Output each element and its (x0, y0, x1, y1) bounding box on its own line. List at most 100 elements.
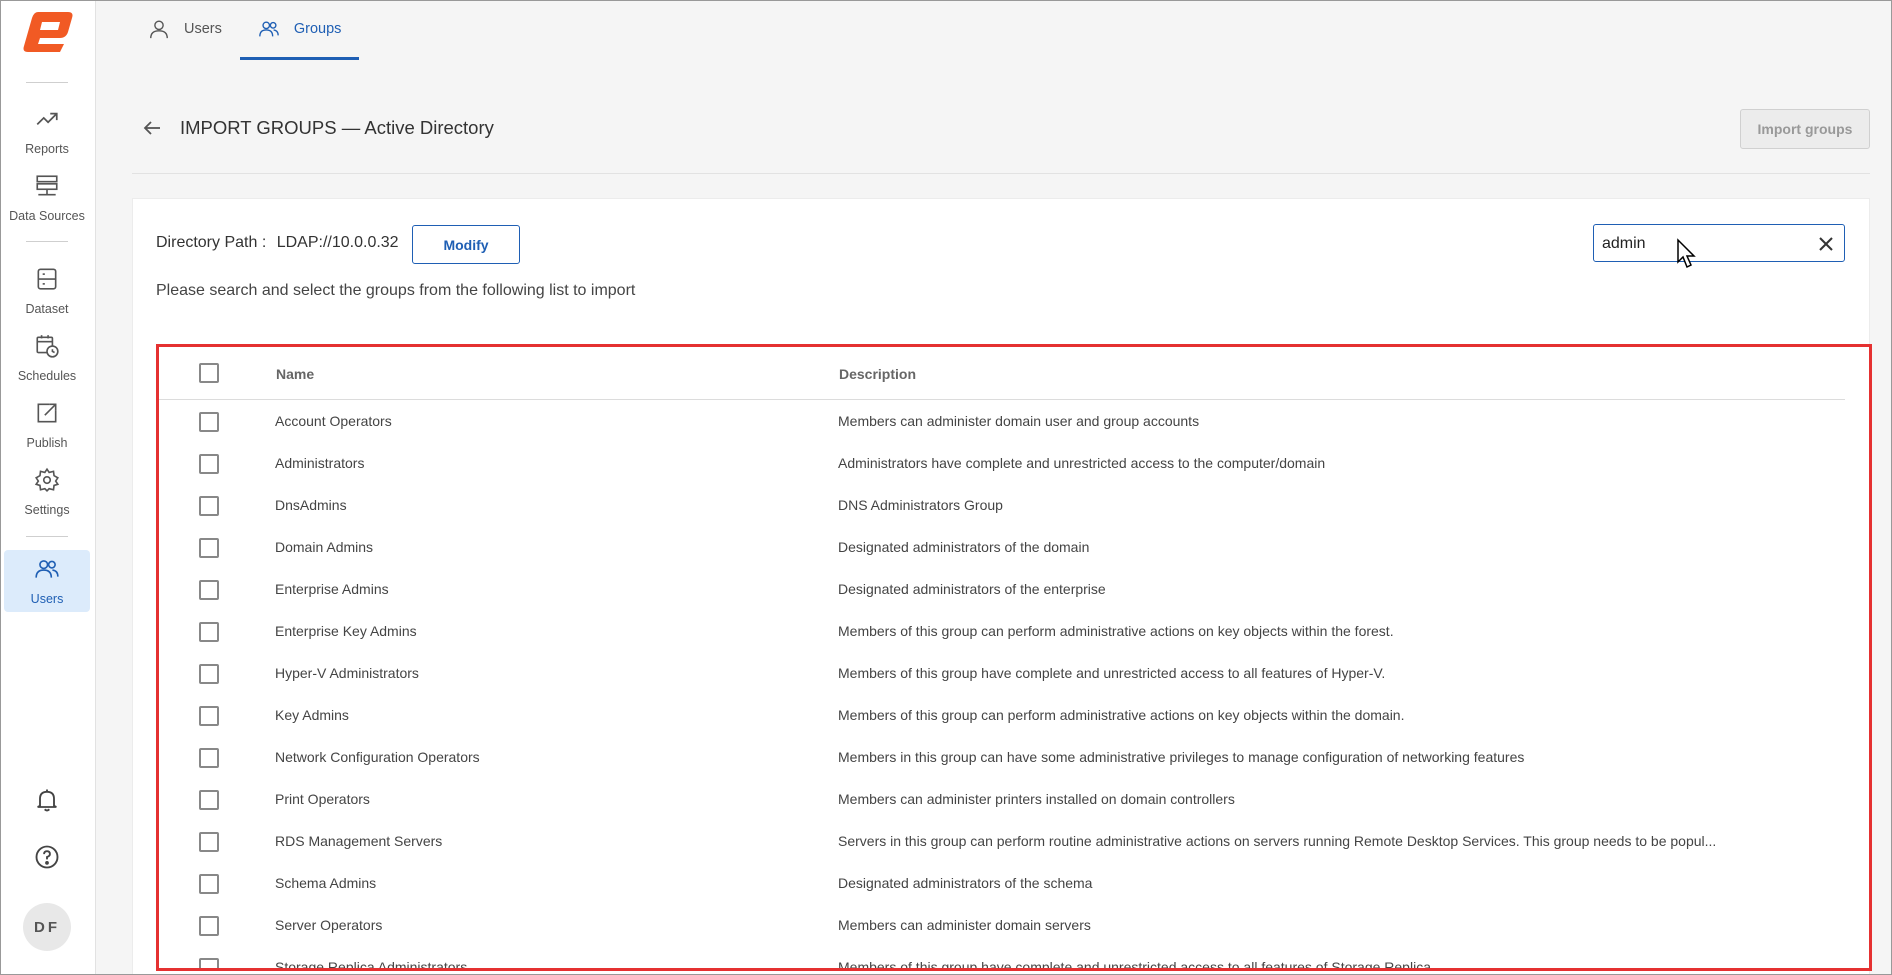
sidebar-item-publish[interactable]: Publish (4, 394, 90, 456)
group-name: Key Admins (275, 707, 349, 723)
table-row[interactable]: Key Admins Members of this group can perf… (159, 695, 1845, 737)
group-description: DNS Administrators Group (838, 497, 1003, 513)
row-checkbox[interactable] (199, 454, 219, 474)
app-logo-icon[interactable] (18, 10, 76, 54)
groups-table: Name Description Account Operators Member… (156, 344, 1872, 971)
tab-groups[interactable]: Groups (239, 0, 360, 60)
table-row[interactable]: Hyper-V Administrators Members of this gr… (159, 653, 1845, 695)
row-checkbox[interactable] (199, 580, 219, 600)
row-checkbox[interactable] (199, 412, 219, 432)
group-name: Enterprise Key Admins (275, 623, 417, 639)
tab-label: Groups (293, 20, 342, 37)
group-description: Members of this group can perform admini… (838, 623, 1394, 639)
close-icon[interactable] (1816, 234, 1836, 254)
avatar[interactable]: DF (23, 903, 71, 951)
group-description: Members in this group can have some admi… (838, 749, 1525, 765)
sidebar: Reports Data Sources Dataset Schedules P… (0, 0, 96, 975)
row-checkbox[interactable] (199, 664, 219, 684)
table-row[interactable]: Domain Admins Designated administrators o… (159, 527, 1845, 569)
page-title: IMPORT GROUPS — Active Directory (180, 117, 494, 138)
row-checkbox[interactable] (199, 790, 219, 810)
header-divider (132, 173, 1870, 174)
sidebar-item-users[interactable]: Users (4, 550, 90, 612)
row-checkbox[interactable] (199, 496, 219, 516)
group-icon (259, 20, 279, 36)
row-checkbox[interactable] (199, 538, 219, 558)
sidebar-divider (26, 241, 68, 242)
column-header-description: Description (839, 366, 917, 382)
sidebar-item-label: Reports (25, 142, 69, 156)
sidebar-item-schedules[interactable]: Schedules (4, 327, 90, 389)
search-field[interactable] (1593, 224, 1845, 262)
sidebar-item-reports[interactable]: Reports (4, 100, 90, 162)
back-arrow-icon[interactable] (140, 116, 164, 140)
group-description: Members can administer printers installe… (838, 791, 1235, 807)
import-groups-button[interactable]: Import groups (1740, 109, 1870, 149)
group-name: DnsAdmins (275, 497, 347, 513)
group-description: Designated administrators of the enterpr… (838, 581, 1106, 597)
group-name: Administrators (275, 455, 365, 471)
group-description: Designated administrators of the domain (838, 539, 1090, 555)
help-icon[interactable] (33, 843, 61, 871)
bell-icon[interactable] (33, 786, 61, 814)
table-row[interactable]: DnsAdmins DNS Administrators Group (159, 485, 1845, 527)
instruction-text: Please search and select the groups from… (156, 282, 636, 299)
trend-up-icon (36, 112, 58, 126)
sidebar-item-label: Data Sources (9, 209, 85, 223)
row-checkbox[interactable] (199, 706, 219, 726)
modify-button[interactable]: Modify (412, 225, 520, 264)
sidebar-item-dataset[interactable]: Dataset (4, 260, 90, 322)
table-row[interactable]: Enterprise Admins Designated administrato… (159, 569, 1845, 611)
group-description: Members can administer domain user and g… (838, 413, 1200, 429)
table-row[interactable]: Network Configuration Operators Members i… (159, 737, 1845, 779)
group-description: Members of this group can perform admini… (838, 707, 1405, 723)
users-icon (35, 560, 59, 578)
table-row[interactable]: RDS Management Servers Servers in this gr… (159, 821, 1845, 863)
table-row[interactable]: Server Operators Members can administer d… (159, 905, 1845, 947)
group-name: Enterprise Admins (275, 581, 389, 597)
tab-label: Users (184, 20, 222, 37)
group-description: Members can administer domain servers (838, 917, 1091, 933)
group-name: Storage Replica Administrators (275, 959, 468, 971)
group-name: Schema Admins (275, 875, 377, 891)
row-checkbox[interactable] (199, 622, 219, 642)
publish-icon (37, 403, 57, 423)
group-description: Servers in this group can perform routin… (838, 833, 1717, 849)
row-checkbox[interactable] (199, 958, 219, 968)
row-checkbox[interactable] (199, 748, 219, 768)
group-name: RDS Management Servers (275, 833, 443, 849)
group-name: Network Configuration Operators (275, 749, 480, 765)
gear-icon (34, 467, 60, 492)
sidebar-item-data-sources[interactable]: Data Sources (4, 167, 90, 229)
table-row[interactable]: Print Operators Members can administer pr… (159, 779, 1845, 821)
database-server-icon (36, 175, 58, 196)
row-checkbox[interactable] (199, 874, 219, 894)
dataset-icon (37, 268, 57, 290)
table-row[interactable]: Enterprise Key Admins Members of this gro… (159, 611, 1845, 653)
group-name: Domain Admins (275, 539, 374, 555)
row-checkbox[interactable] (199, 916, 219, 936)
group-name: Server Operators (275, 917, 383, 933)
sidebar-item-label: Schedules (17, 369, 77, 383)
table-row[interactable]: Account Operators Members can administer … (159, 401, 1845, 443)
group-name: Account Operators (275, 413, 392, 429)
search-input[interactable] (1602, 233, 1802, 255)
group-name: Print Operators (275, 791, 370, 807)
column-header-name: Name (276, 366, 315, 382)
group-description: Members of this group have complete and … (838, 665, 1386, 681)
sidebar-item-settings[interactable]: Settings (4, 461, 90, 523)
sidebar-divider (26, 82, 68, 83)
row-checkbox[interactable] (199, 832, 219, 852)
sidebar-divider (26, 536, 68, 537)
directory-path: Directory Path : LDAP://10.0.0.32 (156, 234, 399, 252)
table-row[interactable]: Storage Replica Administrators Members of… (159, 947, 1845, 971)
sidebar-item-label: Publish (26, 436, 68, 450)
sidebar-item-label: Settings (24, 503, 70, 517)
directory-path-label: Directory Path : (156, 234, 267, 251)
user-icon (150, 20, 168, 38)
select-all-checkbox[interactable] (199, 363, 219, 383)
group-name: Hyper-V Administrators (275, 665, 419, 681)
table-row[interactable]: Schema Admins Designated administrators o… (159, 863, 1845, 905)
tab-users[interactable]: Users (130, 0, 240, 60)
table-row[interactable]: Administrators Administrators have comple… (159, 443, 1845, 485)
